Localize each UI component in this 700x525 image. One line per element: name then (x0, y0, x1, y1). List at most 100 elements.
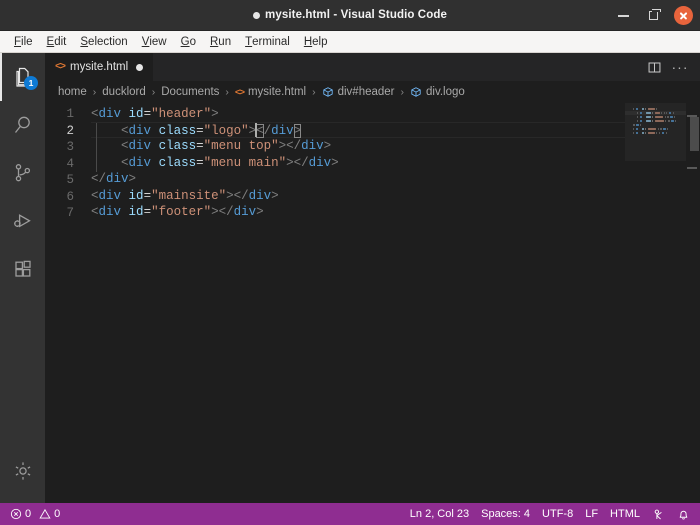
menu-help[interactable]: Help (297, 31, 335, 53)
code-token-punct: </ (91, 172, 107, 186)
text-cursor (255, 122, 257, 137)
code-token-attr: id (128, 188, 144, 203)
breadcrumb-separator-icon: › (225, 86, 229, 98)
error-icon (10, 508, 22, 520)
code-token-punct: > (256, 205, 264, 219)
sidebar-item-explorer[interactable]: 1 (0, 53, 45, 101)
code-token-eq: = (143, 188, 152, 203)
breadcrumb-label: div#header (337, 86, 395, 98)
code-token-attr: class (158, 155, 197, 170)
menu-go[interactable]: Go (174, 31, 203, 53)
menu-terminal[interactable]: Terminal (238, 31, 297, 53)
status-problems[interactable]: 0 0 (4, 503, 66, 525)
editor-content-area[interactable]: 1234567 <div id="header"> <div class="lo… (45, 103, 700, 503)
breadcrumb-item-documents[interactable]: Documents (159, 86, 221, 98)
code-token-punct: > (271, 188, 279, 203)
menu-label: elp (312, 35, 328, 48)
line-number: 4 (66, 156, 74, 171)
sidebar-item-source-control[interactable] (0, 149, 45, 197)
menu-label: erminal (252, 35, 290, 48)
tab-label: mysite.html (70, 61, 129, 73)
warning-count: 0 (54, 508, 61, 520)
status-feedback[interactable] (646, 503, 671, 525)
sidebar-item-manage[interactable] (0, 447, 45, 495)
minimize-button[interactable] (613, 6, 633, 26)
split-editor-icon (648, 61, 660, 73)
code-token-str: "menu top" (203, 139, 279, 153)
sidebar-item-extensions[interactable] (0, 245, 45, 293)
ellipsis-icon: ··· (671, 59, 689, 75)
source-control-icon (15, 164, 30, 182)
menu-mnemonic: F (14, 35, 22, 48)
breadcrumb-item-ducklord[interactable]: ducklord (100, 86, 147, 98)
breadcrumb-item-mysite-html[interactable]: <> mysite.html (233, 86, 308, 98)
code-line[interactable]: <div id="footer"></div> (91, 204, 625, 221)
html-file-icon: <> (234, 86, 245, 98)
code-line[interactable]: <div id="header"> (91, 106, 625, 123)
code-token-punct: < (91, 205, 99, 219)
code-line[interactable]: <div id="mainsite"></div> (91, 188, 625, 205)
status-cursor-position[interactable]: Ln 2, Col 23 (404, 503, 475, 525)
code-line[interactable]: <div class="logo"></div> (91, 121, 625, 138)
menu-mnemonic: E (46, 35, 55, 48)
status-eol[interactable]: LF (579, 503, 604, 525)
code-line[interactable]: <div class="menu top"></div> (91, 138, 625, 155)
split-editor-button[interactable] (642, 55, 666, 79)
status-notifications[interactable] (671, 503, 696, 525)
code-token-attr: id (128, 205, 144, 219)
breadcrumb-item-home[interactable]: home (56, 86, 89, 98)
code-line[interactable]: </div> (91, 171, 625, 188)
menu-mnemonic: V (141, 35, 150, 48)
code-token-punct: < (256, 123, 264, 138)
code-token-punct: < (121, 123, 129, 138)
menu-view[interactable]: View (135, 31, 174, 53)
breadcrumb-item-div-logo[interactable]: div.logo (408, 86, 467, 98)
explorer-badge: 1 (24, 76, 38, 90)
code-token-str: "logo" (203, 123, 249, 138)
breadcrumb: home › ducklord › Documents › <> mysite.html › di… (45, 81, 700, 103)
menu-selection[interactable]: Selection (73, 31, 134, 53)
sidebar-item-search[interactable] (0, 101, 45, 149)
scrollbar-thumb[interactable] (690, 117, 699, 151)
code-token-tag: div (128, 155, 152, 170)
menu-edit[interactable]: Edit (40, 31, 74, 53)
breadcrumb-item-div-header[interactable]: div#header (320, 86, 397, 98)
menu-mnemonic: S (80, 35, 89, 48)
code-line[interactable]: <div class="menu main"></div> (91, 155, 625, 172)
tab-mysite-html[interactable]: <> mysite.html (45, 53, 155, 81)
status-encoding[interactable]: UTF-8 (536, 503, 579, 525)
line-number: 1 (66, 107, 74, 121)
code-token-punct: < (121, 139, 129, 153)
status-language-mode[interactable]: HTML (604, 503, 646, 525)
code-text-area[interactable]: <div id="header"> <div class="logo"></di… (91, 103, 625, 503)
tab-unsaved-indicator-icon (136, 63, 144, 71)
close-button[interactable] (673, 6, 693, 26)
status-indentation[interactable]: Spaces: 4 (475, 503, 536, 525)
code-token-tag: div (308, 155, 332, 170)
sidebar-item-run-debug[interactable] (0, 197, 45, 245)
line-number: 7 (66, 206, 74, 220)
code-token-punct: > (211, 205, 219, 219)
breadcrumb-label: home (58, 86, 87, 98)
extensions-icon (14, 260, 31, 277)
code-token-punct: > (226, 188, 234, 203)
code-token-punct: </ (293, 155, 309, 170)
breadcrumb-separator-icon: › (312, 86, 316, 98)
maximize-button[interactable] (643, 6, 663, 26)
more-actions-button[interactable]: ··· (668, 55, 692, 79)
menu-run[interactable]: Run (203, 31, 238, 53)
menu-file[interactable]: File (7, 31, 40, 53)
code-token-tag: div (248, 188, 272, 203)
gear-icon (15, 462, 30, 480)
menu-label: iew (149, 35, 167, 48)
activity-bar: 1 (0, 53, 45, 503)
bell-icon (677, 508, 690, 521)
code-token-str: "footer" (151, 205, 212, 219)
editor-scrollbar[interactable] (686, 103, 700, 503)
line-number: 6 (66, 189, 74, 204)
breadcrumb-separator-icon: › (151, 86, 156, 98)
